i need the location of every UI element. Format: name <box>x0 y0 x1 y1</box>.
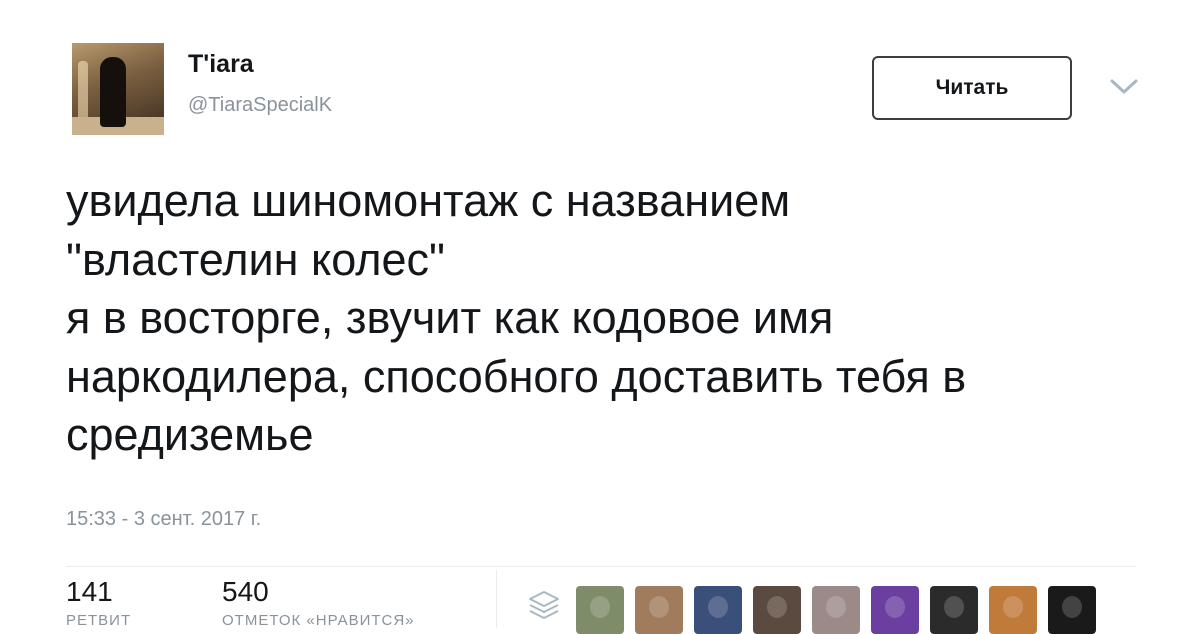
tweet-text: увидела шиномонтаж с названием "властели… <box>66 172 1166 465</box>
liker-avatars <box>576 586 1096 634</box>
liker-avatar[interactable] <box>989 586 1037 634</box>
liker-avatar[interactable] <box>812 586 860 634</box>
like-label[interactable]: ОТМЕТОК «НРАВИТСЯ» <box>222 612 415 629</box>
tweet-line: "властелин колес" <box>66 233 446 285</box>
tweet-line: я в восторге, звучит как кодовое имя <box>66 292 834 343</box>
retweet-count[interactable]: 141 <box>66 576 113 608</box>
author-avatar[interactable] <box>72 43 164 135</box>
chevron-down-icon[interactable] <box>1108 76 1140 98</box>
liker-avatar[interactable] <box>871 586 919 634</box>
like-count[interactable]: 540 <box>222 576 269 608</box>
liker-avatar[interactable] <box>694 586 742 634</box>
avatar-figure <box>100 57 126 127</box>
tweet-line: наркодилера, способного доставить тебя в <box>66 350 967 402</box>
tweet-timestamp[interactable]: 15:33 - 3 сент. 2017 г. <box>66 508 261 531</box>
avatar-lamp <box>78 61 88 121</box>
liker-avatar[interactable] <box>576 586 624 634</box>
retweet-label[interactable]: РЕТВИТ <box>66 612 131 629</box>
tweet-line: увидела шиномонтаж с названием <box>66 175 791 226</box>
stats-divider <box>66 566 1136 567</box>
liker-avatar[interactable] <box>753 586 801 634</box>
follow-button[interactable]: Читать <box>872 56 1072 120</box>
author-display-name[interactable]: T'iara <box>188 50 254 79</box>
stats-vertical-divider <box>496 570 497 628</box>
author-handle[interactable]: @TiaraSpecialK <box>188 94 332 117</box>
liker-avatar[interactable] <box>635 586 683 634</box>
likes-stack-icon <box>529 591 559 619</box>
liker-avatar[interactable] <box>930 586 978 634</box>
tweet-line: средиземье <box>66 409 314 460</box>
liker-avatar[interactable] <box>1048 586 1096 634</box>
